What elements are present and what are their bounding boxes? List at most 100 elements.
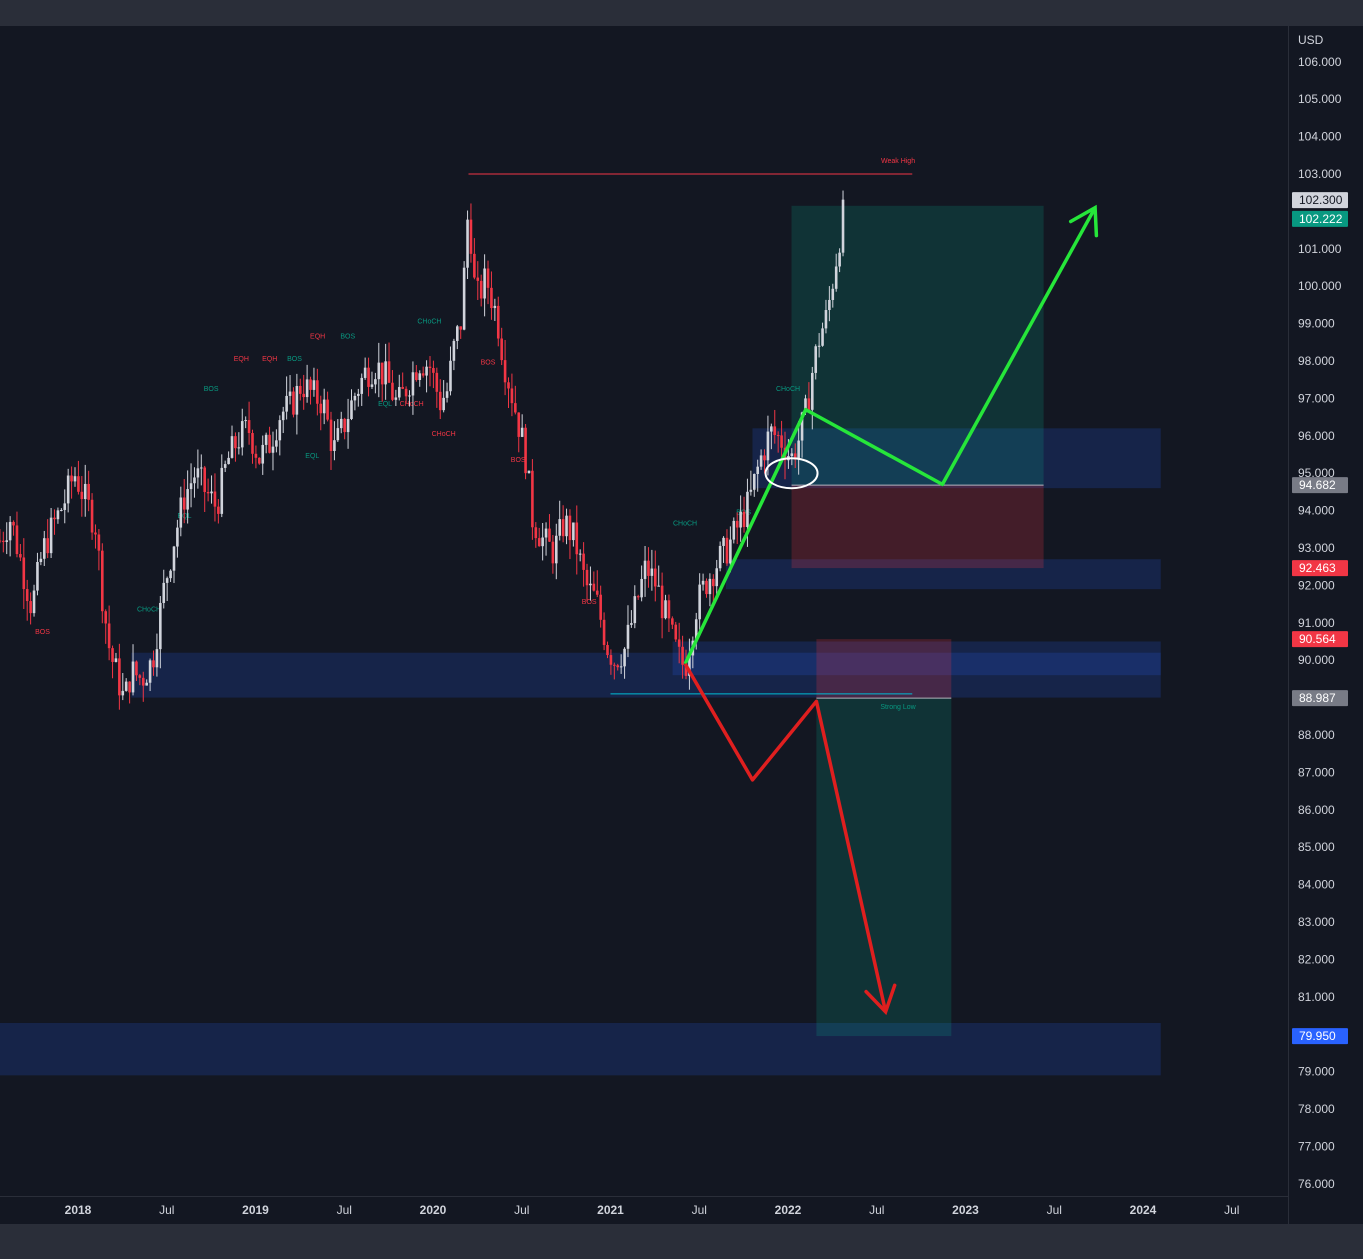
- time-tick-label: Jul: [159, 1203, 174, 1217]
- candle-body: [636, 596, 640, 598]
- structure-label: EQH: [262, 356, 277, 363]
- candle-body: [770, 426, 773, 432]
- price-tick-label: 85.000: [1298, 840, 1335, 854]
- candle-body: [428, 366, 432, 369]
- candle-body: [613, 664, 616, 666]
- candle-body: [575, 522, 579, 555]
- price-tick-label: 84.000: [1298, 878, 1335, 892]
- candle-body: [633, 596, 637, 624]
- candle-body: [60, 509, 63, 511]
- candle-body: [63, 503, 67, 510]
- candle-body: [138, 675, 142, 678]
- candle-body: [421, 373, 425, 376]
- candle-body: [309, 379, 312, 390]
- candle-body: [312, 380, 316, 390]
- candle-body: [101, 550, 104, 612]
- candle-body: [346, 418, 350, 433]
- candle-body: [145, 682, 148, 686]
- candle-body: [647, 560, 650, 576]
- candle-body: [131, 661, 135, 693]
- candle-body: [302, 393, 305, 398]
- candle-body: [223, 464, 227, 468]
- price-tick-label: 87.000: [1298, 765, 1335, 779]
- candle-body: [230, 436, 234, 458]
- candle-body: [121, 690, 125, 696]
- time-tick-label: Jul: [869, 1203, 884, 1217]
- candle-body: [780, 435, 783, 448]
- candle-body: [616, 665, 620, 668]
- price-tick-label: 100.000: [1298, 279, 1342, 293]
- candle-body: [179, 497, 183, 528]
- candle-body: [213, 491, 217, 507]
- chart-frame[interactable]: BOSCHoCHBOSEQLEQHEQHBOSEQLEQHBOSEQLCHoCH…: [0, 26, 1363, 1224]
- structure-label: BOS: [35, 629, 50, 636]
- plot-area[interactable]: [0, 26, 1288, 1196]
- candle-body: [773, 426, 777, 436]
- candle-body: [387, 361, 391, 383]
- candle-body: [268, 434, 271, 453]
- candle-body: [766, 431, 770, 461]
- time-tick-label: 2024: [1130, 1203, 1157, 1217]
- candle-body: [169, 570, 172, 579]
- candle-body: [87, 483, 90, 500]
- candle-body: [19, 554, 22, 558]
- candle-body: [118, 658, 121, 696]
- candle-body: [0, 540, 2, 542]
- candle-body: [94, 532, 97, 535]
- candle-body: [838, 252, 841, 267]
- candle-body: [739, 511, 742, 528]
- time-tick-label: 2018: [65, 1203, 92, 1217]
- candle-body: [432, 368, 435, 373]
- structure-label: CHoCH: [137, 607, 161, 614]
- candle-body: [561, 519, 565, 537]
- candle-body: [817, 345, 821, 347]
- candle-body: [797, 440, 800, 460]
- candle-body: [172, 546, 176, 571]
- candle-body: [722, 537, 725, 546]
- candle-body: [333, 440, 336, 451]
- candle-body: [53, 517, 56, 520]
- candle-body: [626, 624, 630, 649]
- time-tick-label: 2020: [420, 1203, 447, 1217]
- price-tick-label: 96.000: [1298, 429, 1335, 443]
- candle-body: [831, 288, 835, 300]
- structure-label: BOS: [582, 599, 597, 606]
- candle-body: [483, 268, 486, 299]
- price-tick-label: 77.000: [1298, 1139, 1335, 1153]
- candle-body: [763, 455, 766, 461]
- candle-body: [568, 515, 572, 541]
- candle-body: [203, 467, 207, 492]
- candle-body: [623, 648, 626, 667]
- candle-body: [718, 545, 722, 569]
- structure-label: CHoCH: [400, 401, 424, 408]
- candle-body: [841, 199, 845, 253]
- candle-body: [425, 366, 428, 376]
- candle-body: [97, 534, 101, 551]
- candle-body: [394, 397, 398, 400]
- structure-label: Weak High: [881, 158, 915, 165]
- price-tick-label: 78.000: [1298, 1102, 1335, 1116]
- candle-body: [189, 483, 193, 490]
- candle-body: [8, 521, 12, 541]
- time-axis[interactable]: 2018 Jul 2019 Jul 2020 Jul 2021 Jul 2022 Jul 2023 J…: [65, 1203, 1240, 1217]
- price-tick-label: 94.000: [1298, 504, 1335, 518]
- candle-body: [473, 253, 476, 278]
- candle-body: [729, 539, 732, 564]
- price-tick-label: 79.000: [1298, 1065, 1335, 1079]
- time-tick-label: Jul: [1224, 1203, 1239, 1217]
- structure-label: EQH: [234, 356, 249, 363]
- candle-body: [135, 661, 138, 676]
- structure-label: CHoCH: [417, 319, 441, 326]
- candle-body: [435, 372, 439, 392]
- candle-body: [196, 468, 200, 478]
- price-chart[interactable]: BOSCHoCHBOSEQLEQHEQHBOSEQLEQHBOSEQLCHoCH…: [0, 26, 1363, 1224]
- candle-body: [244, 420, 247, 422]
- candle-body: [83, 483, 87, 500]
- candle-body: [541, 537, 544, 547]
- candle-body: [148, 660, 152, 683]
- candle-body: [667, 600, 671, 619]
- candle-body: [32, 590, 36, 614]
- candle-body: [374, 379, 377, 385]
- candle-body: [80, 491, 84, 500]
- price-tick-label: 91.000: [1298, 616, 1335, 630]
